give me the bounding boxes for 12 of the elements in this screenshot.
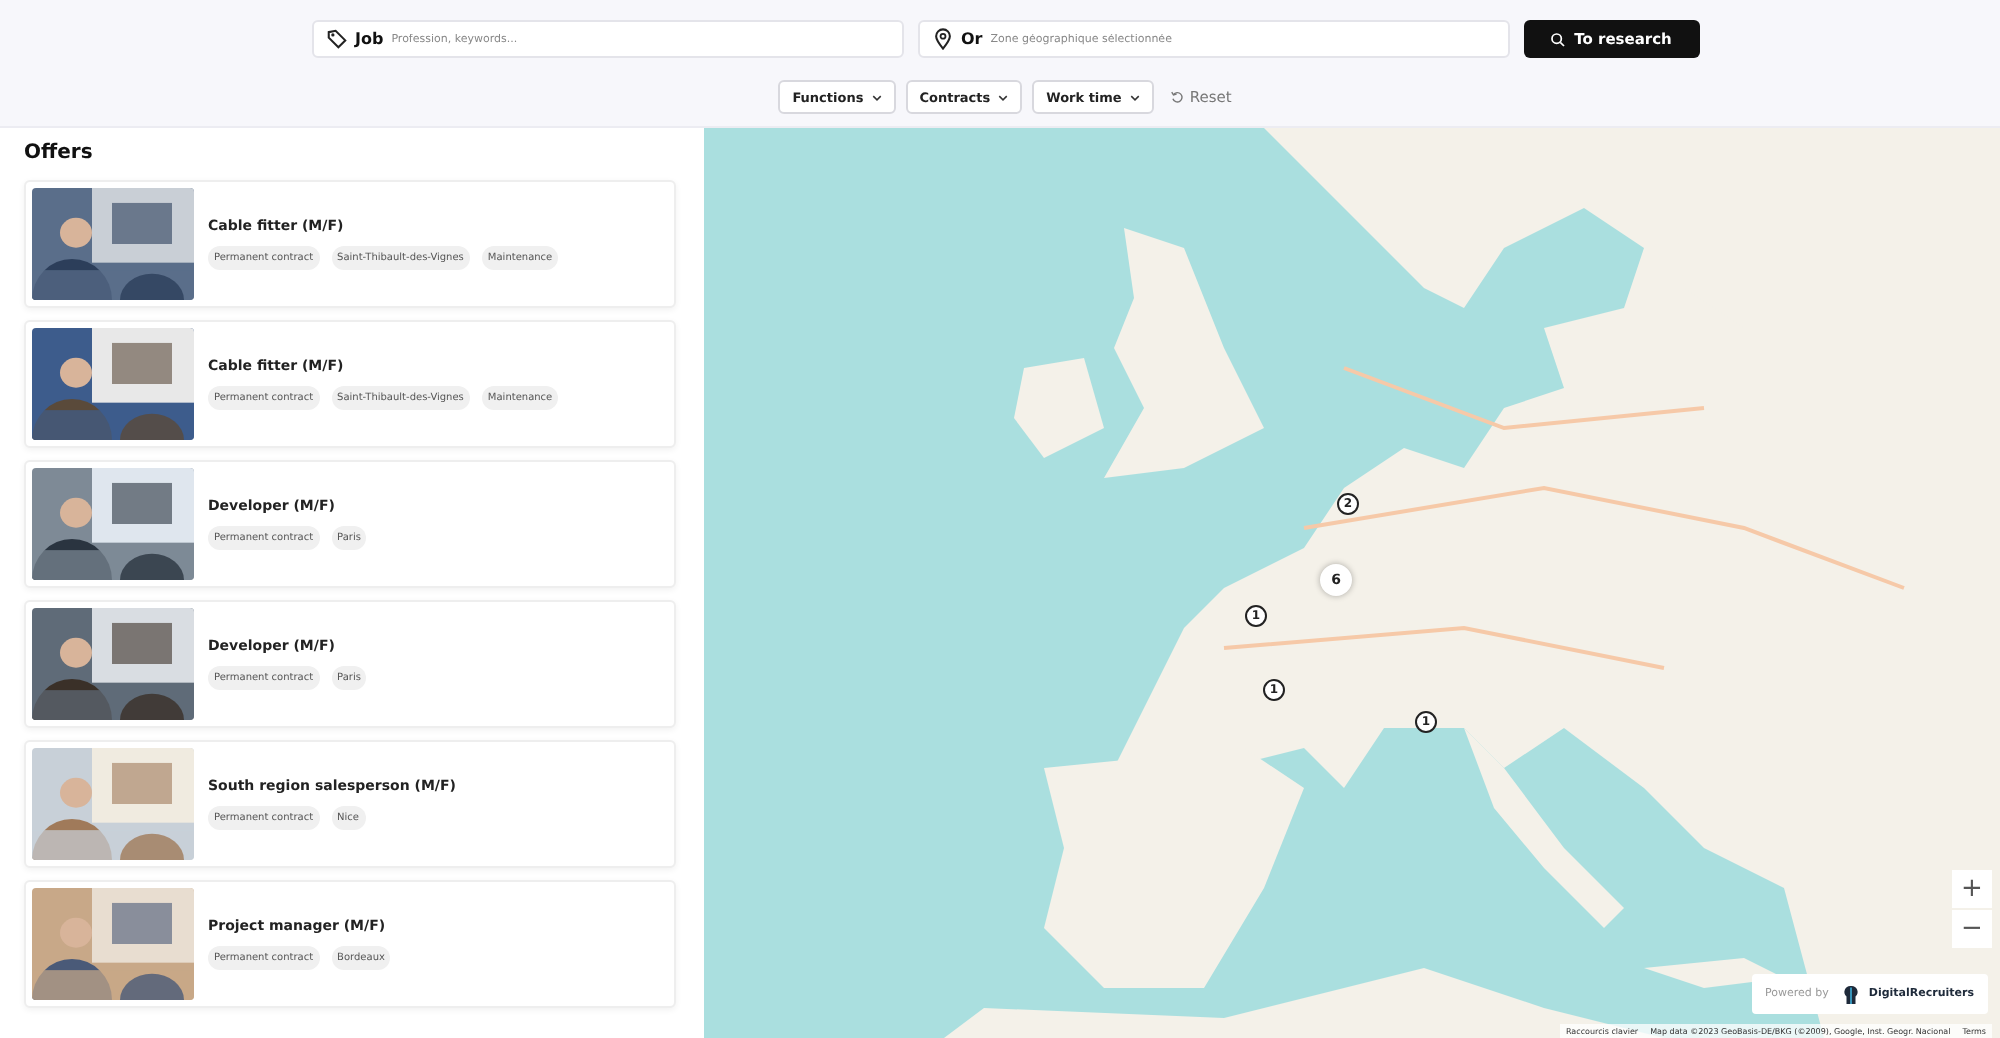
- location-pin-icon: [931, 28, 953, 50]
- reset-icon: [1169, 90, 1184, 104]
- section-title: Offers: [24, 142, 95, 164]
- caret-icon: [1129, 93, 1140, 101]
- zoom-in-button[interactable]: +: [1952, 870, 1992, 908]
- caret-icon: [871, 93, 882, 101]
- caret-icon: [998, 93, 1009, 101]
- field-label: Or: [961, 30, 983, 48]
- field-label: Job: [355, 30, 384, 48]
- search-icon: [1550, 31, 1567, 47]
- tag-icon: [325, 28, 347, 50]
- zoom-out-button[interactable]: −: [1952, 910, 1992, 948]
